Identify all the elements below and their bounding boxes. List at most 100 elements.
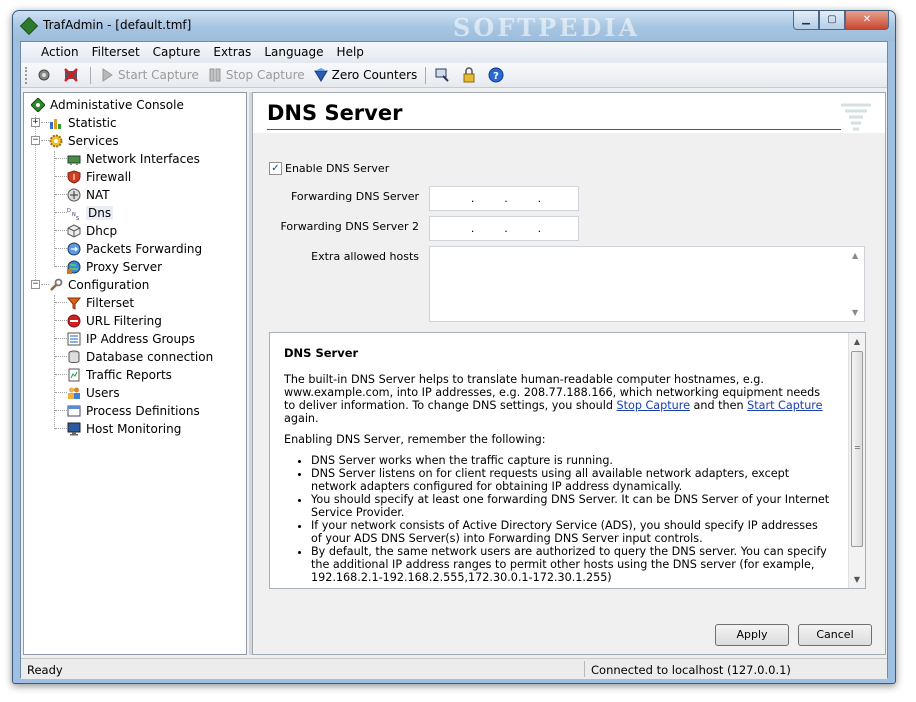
- tree-line: [54, 151, 55, 267]
- tree-item-label: NAT: [86, 188, 110, 202]
- forwarding-dns-label: Forwarding DNS Server: [291, 190, 419, 203]
- svg-text:D: D: [67, 208, 71, 214]
- menu-capture[interactable]: Capture: [147, 42, 207, 63]
- menu-filterset[interactable]: Filterset: [86, 42, 146, 63]
- zero-counters-button[interactable]: Zero Counters: [309, 65, 422, 86]
- tree-item-host-monitoring[interactable]: Host Monitoring: [66, 420, 181, 438]
- toolbar-separator: [90, 66, 91, 84]
- maximize-button[interactable]: ▢: [819, 11, 845, 30]
- tree-item-proxy-server[interactable]: Proxy Server: [66, 258, 162, 276]
- scroll-up-arrow-icon[interactable]: ▲: [852, 251, 858, 260]
- start-capture-button[interactable]: Start Capture: [95, 65, 203, 86]
- navigation-tree: Administative Console + Statistic − Serv…: [23, 92, 247, 655]
- start-capture-label: Start Capture: [118, 68, 199, 82]
- tree-item-firewall[interactable]: Firewall: [66, 168, 131, 186]
- tree-item-network-interfaces[interactable]: Network Interfaces: [66, 150, 200, 168]
- help-scrollbar[interactable]: ▲ ▼: [848, 333, 865, 588]
- lock-button[interactable]: [457, 65, 484, 86]
- panel-header: DNS Server: [253, 93, 885, 133]
- ip-separator: .: [470, 192, 475, 205]
- menu-action[interactable]: Action: [35, 42, 85, 63]
- enable-dns-label: Enable DNS Server: [285, 162, 390, 175]
- tree-item-dhcp[interactable]: Dhcp: [66, 222, 117, 240]
- stop-capture-label: Stop Capture: [225, 68, 305, 82]
- tree-item-traffic-reports[interactable]: Traffic Reports: [66, 366, 172, 384]
- tree-item-dns[interactable]: DNS Dns: [66, 204, 114, 222]
- forwarding-dns-2-input[interactable]: . . .: [429, 216, 579, 241]
- monitor-search-icon: [435, 68, 450, 82]
- cancel-button[interactable]: Cancel: [798, 624, 872, 646]
- extra-hosts-label: Extra allowed hosts: [311, 250, 419, 263]
- tree-item-label: Services: [68, 134, 119, 148]
- scroll-down-arrow-icon[interactable]: ▼: [849, 571, 865, 588]
- dns-server-panel: DNS Server ✓ Enable DNS Server Forwardin…: [252, 92, 886, 655]
- scroll-thumb[interactable]: [851, 351, 863, 547]
- expand-statistic[interactable]: +: [31, 118, 40, 127]
- forwarding-dns-input[interactable]: . . .: [429, 186, 579, 211]
- hosts-scrollbar[interactable]: ▲ ▼: [852, 251, 862, 317]
- tree-item-label: Configuration: [68, 278, 150, 292]
- ip-separator: .: [504, 192, 508, 205]
- tree-item-filterset[interactable]: Filterset: [66, 294, 134, 312]
- stop-capture-link[interactable]: Stop Capture: [617, 399, 690, 412]
- monitor-button[interactable]: [430, 65, 457, 86]
- menu-extras[interactable]: Extras: [207, 42, 257, 63]
- report-icon: [66, 367, 82, 383]
- ip-separator: .: [470, 222, 475, 235]
- app-diamond-icon: [19, 16, 39, 36]
- connection-status: Connected to localhost (127.0.0.1): [591, 663, 791, 677]
- help-paragraph: Enabling DNS Server, remember the follow…: [284, 433, 546, 446]
- enable-dns-row[interactable]: ✓ Enable DNS Server: [269, 162, 389, 175]
- collapse-services[interactable]: −: [31, 136, 40, 145]
- tree-item-nat[interactable]: NAT: [66, 186, 110, 204]
- console-diamond-icon: [30, 97, 46, 113]
- toolbar-separator: [425, 66, 427, 84]
- tree-item-packets-forwarding[interactable]: Packets Forwarding: [66, 240, 202, 258]
- tree-item-users[interactable]: Users: [66, 384, 120, 402]
- title-bar[interactable]: TrafAdmin - [default.tmf] SOFTPEDIA ▁ ▢ …: [13, 11, 895, 42]
- pause-icon: [209, 68, 221, 82]
- scroll-down-arrow-icon[interactable]: ▼: [852, 308, 858, 317]
- help-button[interactable]: ?: [484, 65, 511, 86]
- minimize-button[interactable]: ▁: [793, 11, 819, 30]
- tree-root[interactable]: Administative Console: [30, 96, 184, 114]
- zero-counters-icon: [313, 68, 328, 82]
- menu-language[interactable]: Language: [258, 42, 329, 63]
- tree-item-services[interactable]: Services: [48, 132, 119, 150]
- tree-item-ip-address-groups[interactable]: IP Address Groups: [66, 330, 195, 348]
- stop-capture-button[interactable]: Stop Capture: [203, 65, 309, 86]
- start-capture-link[interactable]: Start Capture: [747, 399, 822, 412]
- tree-item-configuration[interactable]: Configuration: [48, 276, 149, 294]
- menu-help[interactable]: Help: [331, 42, 370, 63]
- tree-item-label: Dhcp: [86, 224, 118, 238]
- tree-item-url-filtering[interactable]: URL Filtering: [66, 312, 162, 330]
- tree-item-process-definitions[interactable]: Process Definitions: [66, 402, 200, 420]
- tree-item-label: Statistic: [68, 116, 117, 130]
- svg-text:?: ?: [493, 71, 499, 82]
- close-button[interactable]: ✕: [845, 11, 889, 30]
- tree-item-database-connection[interactable]: Database connection: [66, 348, 213, 366]
- scroll-up-arrow-icon[interactable]: ▲: [849, 333, 865, 350]
- tree-item-label: Network Interfaces: [86, 152, 200, 166]
- tree-item-label: IP Address Groups: [86, 332, 195, 346]
- settings-gear-button[interactable]: [32, 65, 59, 86]
- disconnect-button[interactable]: [59, 65, 86, 86]
- zero-counters-label: Zero Counters: [331, 68, 418, 82]
- forwarding-globe-icon: [66, 241, 82, 257]
- collapse-configuration[interactable]: −: [31, 280, 40, 289]
- bar-chart-icon: [48, 115, 64, 131]
- database-icon: [66, 349, 82, 365]
- enable-dns-checkbox[interactable]: ✓: [269, 162, 282, 175]
- status-divider: [584, 661, 585, 677]
- tree-item-label: Dns: [86, 206, 114, 220]
- users-icon: [66, 385, 82, 401]
- extra-hosts-textarea[interactable]: ▲ ▼: [429, 246, 865, 322]
- toolbar-grip[interactable]: [25, 66, 28, 84]
- apply-button[interactable]: Apply: [715, 624, 789, 646]
- tree-item-statistic[interactable]: Statistic: [48, 114, 117, 132]
- watermark: SOFTPEDIA: [453, 13, 641, 42]
- gear-icon: [48, 133, 64, 149]
- help-text-box[interactable]: DNS Server The built-in DNS Server helps…: [269, 332, 866, 589]
- status-text: Ready: [27, 663, 63, 677]
- ip-separator: .: [537, 222, 542, 235]
